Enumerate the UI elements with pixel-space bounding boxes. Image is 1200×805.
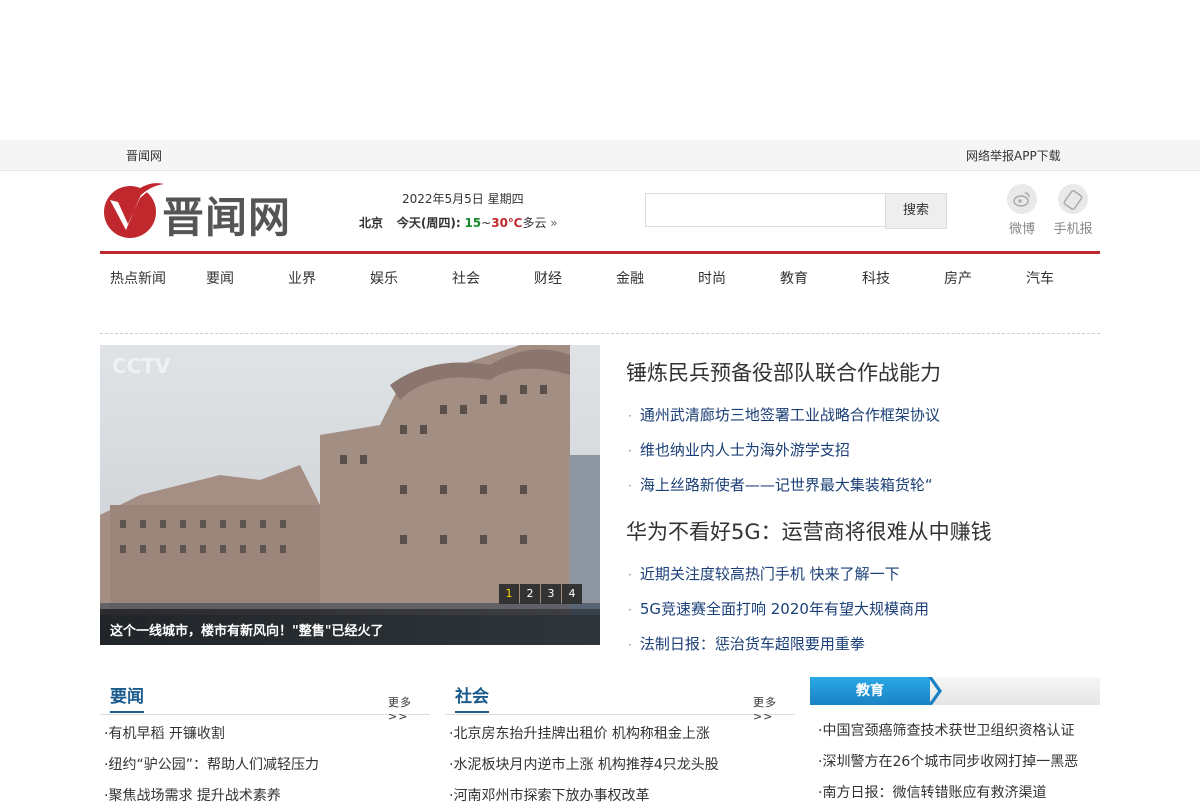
- list-item-text: 北京房东抬升挂牌出租价 机构称租金上涨: [453, 726, 710, 742]
- chevron-right-icon: [928, 677, 942, 705]
- mobile-news-link[interactable]: 手机报: [1051, 184, 1095, 237]
- weather-widget[interactable]: 北京 今天(周四): 15~30℃多云 »: [359, 214, 558, 231]
- headline-link-text: 维也纳业内人士为海外游学支招: [639, 441, 850, 459]
- top-bar: 晋闻网 网络举报APP下载: [0, 140, 1200, 171]
- bullet-icon: ·: [628, 603, 632, 617]
- list-item-text: 水泥板块月内逆市上涨 机构推荐4只龙头股: [453, 757, 719, 773]
- list-item[interactable]: ·聚焦战场需求 提升战术素养: [104, 785, 281, 805]
- header-divider: [100, 251, 1100, 254]
- nav-item-education[interactable]: 教育: [780, 268, 808, 288]
- site-logo[interactable]: 晋闻网: [102, 178, 302, 242]
- headline-link-text: 法制日报：惩治货车超限要用重拳: [639, 635, 865, 653]
- weather-condition: 多云: [522, 216, 547, 230]
- nav-divider: [100, 333, 1100, 334]
- headline-title-2[interactable]: 华为不看好5G：运营商将很难从中赚钱: [626, 516, 992, 546]
- weather-city: 北京: [359, 216, 384, 230]
- list-item[interactable]: ·有机早稻 开镰收割: [104, 723, 225, 743]
- slider-page-3[interactable]: 3: [541, 584, 561, 604]
- section-title[interactable]: 教育: [810, 677, 930, 705]
- logo-text: 晋闻网: [162, 193, 292, 242]
- headline-title-1[interactable]: 锤炼民兵预备役部队联合作战能力: [626, 357, 941, 387]
- search-button[interactable]: 搜索: [885, 193, 947, 229]
- bullet-icon: ·: [628, 409, 632, 423]
- site-name-link[interactable]: 晋闻网: [126, 147, 162, 164]
- more-link[interactable]: 更多>>: [753, 694, 795, 723]
- list-item[interactable]: ·水泥板块月内逆市上涨 机构推荐4只龙头股: [449, 754, 719, 774]
- nav-item-hot[interactable]: 热点新闻: [110, 268, 166, 288]
- headline-link[interactable]: · 海上丝路新使者——记世界最大集装箱货轮“: [628, 474, 933, 495]
- search-input[interactable]: [645, 193, 885, 227]
- headline-link-text: 通州武清廊坊三地签署工业战略合作框架协议: [639, 406, 940, 424]
- nav-item-industry[interactable]: 业界: [288, 268, 316, 288]
- bullet-icon: ·: [628, 479, 632, 493]
- weather-low-temp: 15: [464, 216, 482, 230]
- weibo-label: 微博: [1008, 222, 1035, 237]
- headline-link[interactable]: · 近期关注度较高热门手机 快来了解一下: [628, 563, 900, 584]
- list-item[interactable]: ·深圳警方在26个城市同步收网打掉一黑恶: [818, 751, 1078, 771]
- more-link[interactable]: 更多>>: [388, 694, 430, 723]
- weather-more-icon[interactable]: »: [550, 216, 557, 230]
- list-item-text: 纽约“驴公园”：帮助人们减轻压力: [108, 757, 319, 773]
- weibo-icon: [1007, 184, 1037, 214]
- list-item-text: 聚焦战场需求 提升战术素养: [108, 788, 281, 804]
- nav-item-news[interactable]: 要闻: [206, 268, 234, 288]
- list-item-text: 深圳警方在26个城市同步收网打掉一黑恶: [822, 754, 1079, 770]
- nav-item-tech[interactable]: 科技: [862, 268, 890, 288]
- headline-link[interactable]: · 法制日报：惩治货车超限要用重拳: [628, 633, 865, 654]
- app-download-link[interactable]: 网络举报APP下载: [966, 147, 1061, 164]
- slider-caption[interactable]: 这个一线城市，楼市有新风向！"整售"已经火了: [110, 620, 384, 639]
- weather-temp-separator: ~: [481, 216, 492, 230]
- list-item[interactable]: ·南方日报：微信转错账应有救济渠道: [818, 782, 1046, 802]
- list-item[interactable]: ·北京房东抬升挂牌出租价 机构称租金上涨: [449, 723, 710, 743]
- list-item-text: 南方日报：微信转错账应有救济渠道: [822, 785, 1047, 801]
- nav-item-society[interactable]: 社会: [452, 268, 480, 288]
- headline-link[interactable]: · 5G竞速赛全面打响 2020年有望大规模商用: [628, 598, 929, 619]
- list-item[interactable]: ·中国宫颈癌筛查技术获世卫组织资格认证: [818, 720, 1074, 740]
- section-header-jiaoyu: 教育: [810, 677, 1100, 705]
- nav-item-fashion[interactable]: 时尚: [698, 268, 726, 288]
- headline-link[interactable]: · 维也纳业内人士为海外游学支招: [628, 439, 850, 460]
- list-item[interactable]: ·纽约“驴公园”：帮助人们减轻压力: [104, 754, 319, 774]
- list-item-text: 有机早稻 开镰收割: [108, 726, 225, 742]
- weibo-link[interactable]: 微博: [1006, 184, 1038, 237]
- slider-page-4[interactable]: 4: [562, 584, 582, 604]
- section-title[interactable]: 要闻: [110, 682, 144, 713]
- section-title[interactable]: 社会: [455, 682, 489, 713]
- news-slider[interactable]: CCTV 这个一线城市，楼市有新风向！"整售"已经火了 1 2 3 4: [100, 345, 600, 645]
- slider-page-2[interactable]: 2: [520, 584, 540, 604]
- nav-item-realestate[interactable]: 房产: [944, 268, 972, 288]
- mobile-label: 手机报: [1053, 222, 1093, 237]
- current-date: 2022年5月5日 星期四: [402, 192, 524, 206]
- bullet-icon: ·: [628, 568, 632, 582]
- mobile-icon: [1058, 184, 1088, 214]
- list-item-text: 中国宫颈癌筛查技术获世卫组织资格认证: [822, 723, 1075, 739]
- section-header-yaowen: 要闻 更多>>: [100, 678, 430, 723]
- headline-link-text: 近期关注度较高热门手机 快来了解一下: [639, 565, 900, 583]
- bullet-icon: ·: [628, 444, 632, 458]
- logo-emblem-icon: [104, 183, 164, 238]
- weather-today-label: 今天(周四):: [396, 216, 461, 230]
- bullet-icon: ·: [628, 638, 632, 652]
- weather-high-temp: 30℃: [491, 216, 523, 230]
- headline-link-text: 5G竞速赛全面打响 2020年有望大规模商用: [639, 600, 929, 618]
- svg-text:CCTV: CCTV: [112, 354, 171, 378]
- nav-item-finance[interactable]: 财经: [534, 268, 562, 288]
- headline-link-text: 海上丝路新使者——记世界最大集装箱货轮“: [639, 476, 933, 494]
- list-item-text: 河南邓州市探索下放办事权改革: [453, 788, 650, 804]
- nav-item-auto[interactable]: 汽车: [1026, 268, 1054, 288]
- section-header-shehui: 社会 更多>>: [445, 678, 795, 723]
- nav-item-entertainment[interactable]: 娱乐: [370, 268, 398, 288]
- nav-item-banking[interactable]: 金融: [616, 268, 644, 288]
- list-item[interactable]: ·河南邓州市探索下放办事权改革: [449, 785, 649, 805]
- slider-page-1[interactable]: 1: [499, 584, 519, 604]
- headline-link[interactable]: · 通州武清廊坊三地签署工业战略合作框架协议: [628, 404, 940, 425]
